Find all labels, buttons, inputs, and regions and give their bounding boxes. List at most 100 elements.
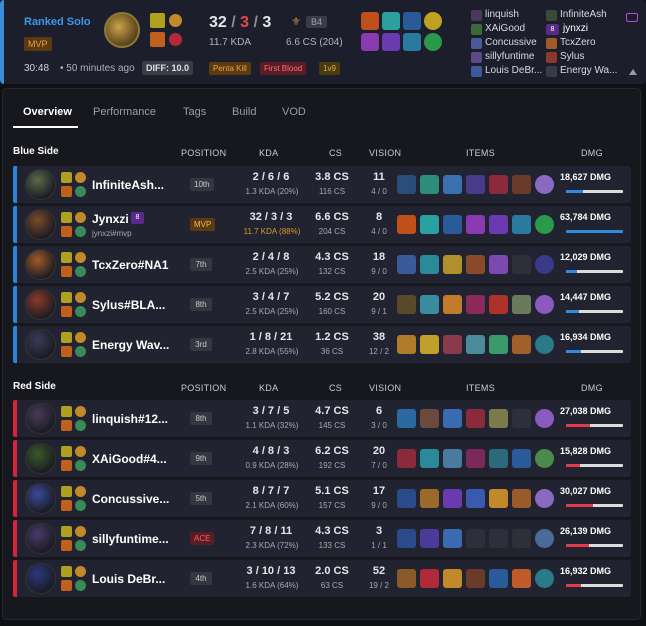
champion-icon[interactable] — [25, 403, 56, 434]
item-icon[interactable] — [397, 489, 416, 508]
trinket-icon[interactable] — [535, 449, 554, 468]
trinket-icon[interactable] — [535, 489, 554, 508]
player-name[interactable]: Louis DeBr... — [92, 572, 192, 586]
player-row[interactable]: XAiGood#4... 9th 4 / 8 / 3 0.9 KDA (28%) 6.2… — [13, 440, 631, 477]
player-row[interactable]: InfiniteAsh... 10th 2 / 6 / 6 1.3 KDA (20%)… — [13, 166, 631, 203]
item-icon[interactable] — [443, 215, 462, 234]
item-icon[interactable] — [512, 255, 531, 274]
item-icon[interactable] — [443, 175, 462, 194]
item-icon[interactable] — [489, 529, 508, 548]
item-icon[interactable] — [466, 409, 485, 428]
item-icon[interactable] — [489, 175, 508, 194]
player-row[interactable]: linquish#12... 8th 3 / 7 / 5 1.1 KDA (32%) 4… — [13, 400, 631, 437]
item-icon[interactable] — [489, 449, 508, 468]
player-name[interactable]: TcxZero#NA1 — [92, 258, 192, 272]
item-icon[interactable] — [443, 409, 462, 428]
item-icon[interactable] — [397, 569, 416, 588]
player-name[interactable]: InfiniteAsh... — [92, 178, 192, 192]
item-icon[interactable] — [397, 255, 416, 274]
item-icon[interactable] — [397, 449, 416, 468]
item-icon[interactable] — [420, 529, 439, 548]
item-icon[interactable] — [397, 335, 416, 354]
trinket-icon[interactable] — [535, 335, 554, 354]
player-link[interactable]: linquish — [485, 9, 519, 20]
item-icon[interactable] — [443, 529, 462, 548]
player-link[interactable]: XAiGood — [485, 23, 525, 34]
item-icon[interactable] — [489, 569, 508, 588]
item-icon[interactable] — [489, 215, 508, 234]
item-icon[interactable] — [397, 529, 416, 548]
tab-vod[interactable]: VOD — [282, 106, 306, 118]
item-icon[interactable] — [512, 569, 531, 588]
item-icon[interactable] — [420, 215, 439, 234]
player-row[interactable]: Louis DeBr... 4th 3 / 10 / 13 1.6 KDA (64%)… — [13, 560, 631, 597]
chevron-up-icon[interactable] — [629, 69, 637, 75]
item-icon[interactable] — [512, 449, 531, 468]
item-icon[interactable] — [512, 215, 531, 234]
item-icon[interactable] — [420, 569, 439, 588]
player-name[interactable]: Energy Wav... — [92, 338, 192, 352]
player-row[interactable]: Sylus#BLA... 8th 3 / 4 / 7 2.5 KDA (25%) 5.2… — [13, 286, 631, 323]
player-name[interactable]: linquish#12... — [92, 412, 192, 426]
champion-icon[interactable] — [25, 483, 56, 514]
player-link[interactable]: Concussive — [485, 37, 537, 48]
player-name[interactable]: sillyfuntime... — [92, 532, 192, 546]
player-row[interactable]: Concussive... 5th 8 / 7 / 7 2.1 KDA (60%) 5.… — [13, 480, 631, 517]
player-row[interactable]: sillyfuntime... ACE 7 / 8 / 11 2.3 KDA (72%… — [13, 520, 631, 557]
trinket-icon[interactable] — [535, 409, 554, 428]
item-icon[interactable] — [420, 175, 439, 194]
trinket-icon[interactable] — [535, 255, 554, 274]
item-icon[interactable] — [466, 295, 485, 314]
tab-build[interactable]: Build — [232, 106, 256, 118]
player-link[interactable]: TcxZero — [560, 37, 596, 48]
champion-icon[interactable] — [25, 329, 56, 360]
item-icon[interactable] — [466, 255, 485, 274]
item-icon[interactable] — [466, 449, 485, 468]
player-row[interactable]: Energy Wav... 3rd 1 / 8 / 21 2.8 KDA (55%) 1… — [13, 326, 631, 363]
trinket-icon[interactable] — [535, 295, 554, 314]
item-icon[interactable] — [420, 449, 439, 468]
item-icon[interactable] — [489, 489, 508, 508]
player-name[interactable]: Concussive... — [92, 492, 192, 506]
video-icon[interactable] — [626, 13, 638, 22]
player-row[interactable]: TcxZero#NA1 7th 2 / 4 / 8 2.5 KDA (25%) 4.3 … — [13, 246, 631, 283]
player-name[interactable]: Sylus#BLA... — [92, 298, 192, 312]
item-icon[interactable] — [420, 409, 439, 428]
champion-icon[interactable] — [25, 249, 56, 280]
champion-icon[interactable] — [25, 289, 56, 320]
item-icon[interactable] — [489, 409, 508, 428]
player-name[interactable]: XAiGood#4... — [92, 452, 192, 466]
player-link[interactable]: jynxzi — [563, 23, 588, 34]
trinket-icon[interactable] — [535, 175, 554, 194]
item-icon[interactable] — [397, 409, 416, 428]
tab-overview[interactable]: Overview — [23, 106, 72, 118]
item-icon[interactable] — [512, 529, 531, 548]
item-icon[interactable] — [466, 215, 485, 234]
champion-icon[interactable] — [25, 523, 56, 554]
item-icon[interactable] — [512, 409, 531, 428]
item-icon[interactable] — [466, 569, 485, 588]
item-icon[interactable] — [466, 529, 485, 548]
trinket-icon[interactable] — [535, 529, 554, 548]
item-icon[interactable] — [512, 295, 531, 314]
item-icon[interactable] — [443, 489, 462, 508]
champion-icon[interactable] — [25, 209, 56, 240]
item-icon[interactable] — [420, 295, 439, 314]
item-icon[interactable] — [466, 175, 485, 194]
item-icon[interactable] — [466, 335, 485, 354]
tab-performance[interactable]: Performance — [93, 106, 156, 118]
item-icon[interactable] — [489, 295, 508, 314]
trinket-icon[interactable] — [535, 215, 554, 234]
item-icon[interactable] — [512, 489, 531, 508]
tab-tags[interactable]: Tags — [183, 106, 206, 118]
item-icon[interactable] — [512, 335, 531, 354]
player-link[interactable]: Energy Wa... — [560, 65, 617, 76]
item-icon[interactable] — [397, 295, 416, 314]
player-link[interactable]: InfiniteAsh — [560, 9, 607, 20]
item-icon[interactable] — [420, 335, 439, 354]
match-summary[interactable]: Ranked Solo MVP 30:48 • 50 minutes ago D… — [0, 0, 646, 84]
item-icon[interactable] — [443, 255, 462, 274]
item-icon[interactable] — [443, 569, 462, 588]
trinket-icon[interactable] — [535, 569, 554, 588]
item-icon[interactable] — [489, 335, 508, 354]
